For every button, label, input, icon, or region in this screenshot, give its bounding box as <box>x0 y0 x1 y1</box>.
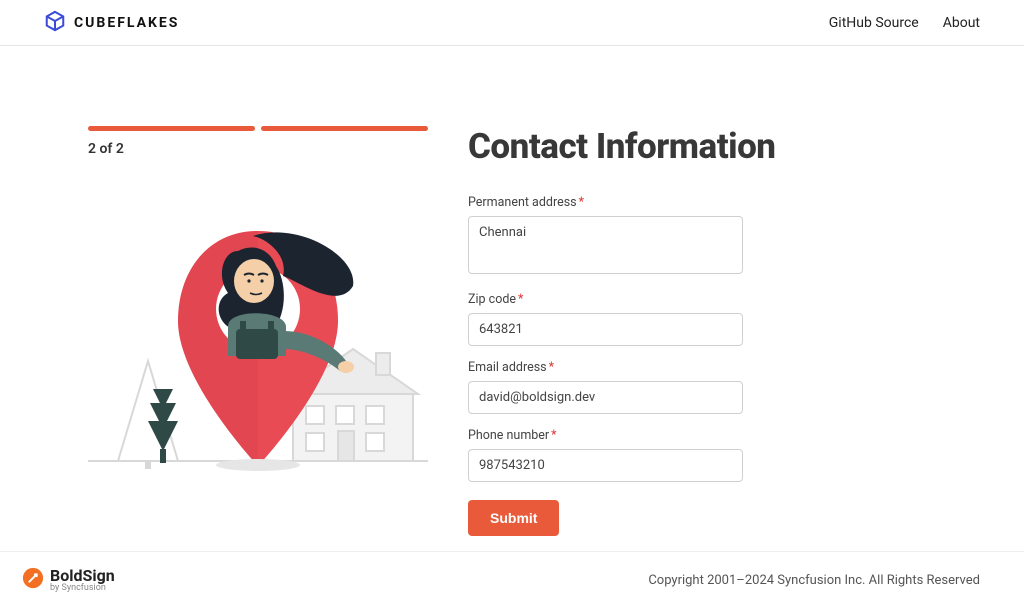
progress-step-1 <box>88 126 255 131</box>
field-phone: Phone number* <box>468 428 980 482</box>
footer-brand-sub: by Syncfusion <box>50 584 115 594</box>
label-phone: Phone number* <box>468 428 980 443</box>
boldsign-logo-icon <box>22 567 44 593</box>
label-address: Permanent address* <box>468 195 980 210</box>
required-marker: * <box>518 292 523 307</box>
required-marker: * <box>579 195 584 210</box>
brand-name: CUBEFLAKES <box>74 15 179 31</box>
input-phone[interactable] <box>468 449 743 482</box>
progress-track <box>88 126 428 131</box>
required-marker: * <box>551 428 556 443</box>
nav: GitHub Source About <box>829 15 980 31</box>
cubeflakes-logo-icon <box>44 10 66 36</box>
label-email: Email address* <box>468 360 980 375</box>
page-title: Contact Information <box>468 126 980 167</box>
field-zip: Zip code* <box>468 292 980 346</box>
input-address[interactable] <box>468 216 743 274</box>
left-column: 2 of 2 <box>88 126 428 536</box>
nav-about[interactable]: About <box>943 15 980 31</box>
progress-step-2 <box>261 126 428 131</box>
location-illustration <box>88 181 428 481</box>
field-address: Permanent address* <box>468 195 980 278</box>
pine-tree-icon <box>148 389 178 463</box>
footer-copyright: Copyright 2001–2024 Syncfusion Inc. All … <box>648 573 980 588</box>
field-email: Email address* <box>468 360 980 414</box>
input-zip[interactable] <box>468 313 743 346</box>
main: 2 of 2 <box>0 46 1024 536</box>
submit-button[interactable]: Submit <box>468 500 559 536</box>
required-marker: * <box>549 360 554 375</box>
nav-github[interactable]: GitHub Source <box>829 15 919 31</box>
label-zip: Zip code* <box>468 292 980 307</box>
form-column: Contact Information Permanent address* Z… <box>468 126 980 536</box>
header: CUBEFLAKES GitHub Source About <box>0 0 1024 46</box>
progress-label: 2 of 2 <box>88 141 428 157</box>
footer-brand-name: BoldSign <box>50 567 115 585</box>
brand[interactable]: CUBEFLAKES <box>44 10 179 36</box>
footer-brand[interactable]: BoldSign by Syncfusion <box>22 567 115 594</box>
footer: BoldSign by Syncfusion Copyright 2001–20… <box>0 551 1024 609</box>
input-email[interactable] <box>468 381 743 414</box>
